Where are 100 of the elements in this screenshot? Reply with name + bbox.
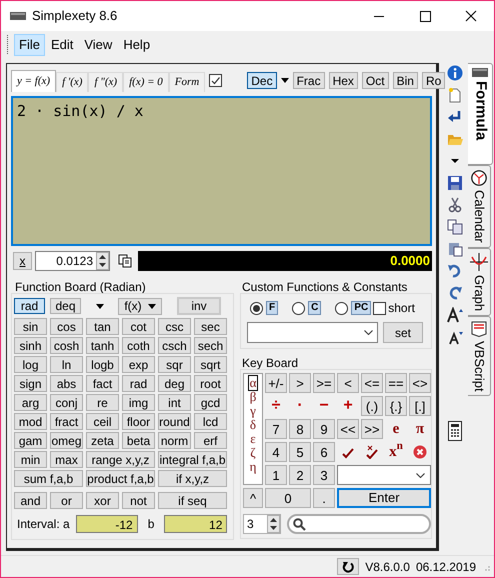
clear-icon[interactable] — [413, 445, 427, 459]
function-button[interactable]: min — [14, 451, 47, 468]
function-button[interactable]: sign — [14, 375, 47, 392]
key-button[interactable]: == — [385, 373, 407, 393]
function-button[interactable]: exp — [122, 356, 155, 373]
greek-letter[interactable]: ζ — [249, 446, 257, 460]
radio-button[interactable] — [335, 302, 348, 314]
greek-list[interactable]: α β γ δ ε ζ η — [243, 373, 263, 485]
key-button[interactable]: 3 — [313, 465, 335, 485]
mode-button[interactable]: rad — [14, 298, 45, 314]
key-button[interactable]: 4 — [265, 442, 287, 462]
function-button[interactable]: conj — [50, 394, 83, 411]
key-button[interactable]: 5 — [289, 442, 311, 462]
function-button[interactable]: coth — [122, 337, 155, 354]
key-button[interactable]: 1 — [265, 465, 287, 485]
function-mode-tab[interactable]: f '(x) — [56, 72, 88, 92]
undo-icon[interactable] — [447, 263, 463, 279]
function-button[interactable]: omeg — [50, 432, 83, 449]
function-button[interactable]: log — [14, 356, 47, 373]
function-button[interactable]: cosh — [50, 337, 83, 354]
caret-icon[interactable] — [96, 304, 104, 308]
key-button[interactable]: +/- — [265, 373, 287, 393]
function-button[interactable]: sqr — [158, 356, 191, 373]
format-button[interactable]: Oct — [362, 72, 389, 89]
greek-letter[interactable]: γ — [249, 404, 257, 418]
key-button[interactable]: 2 — [289, 465, 311, 485]
dropdown[interactable] — [337, 465, 431, 485]
key-button[interactable]: x$^{n}$ — [385, 442, 407, 462]
side-tab[interactable]: Formula — [468, 63, 493, 165]
interval-b-field[interactable]: 12 — [164, 515, 228, 533]
key-button[interactable]: < — [337, 373, 359, 393]
redo-icon[interactable] — [447, 285, 463, 301]
enter-button[interactable]: Enter — [337, 488, 431, 508]
function-button[interactable]: ln — [50, 356, 83, 373]
function-button[interactable]: if seq — [158, 492, 227, 509]
font-smaller-icon[interactable] — [447, 329, 463, 345]
side-tab[interactable]: Graph — [468, 248, 491, 316]
caret-icon[interactable] — [280, 78, 289, 83]
menu-item[interactable]: File — [14, 34, 45, 56]
font-larger-icon[interactable] — [447, 307, 463, 323]
mode-button[interactable]: deq — [50, 298, 81, 314]
key-button[interactable]: 9 — [313, 419, 335, 439]
formula-field[interactable]: 2 · sin(x) / x — [11, 96, 432, 246]
function-button[interactable]: range x,y,z — [86, 451, 155, 468]
function-mode-tab[interactable]: Form — [168, 72, 206, 92]
combo-box[interactable] — [247, 322, 378, 343]
key-button[interactable]: [.] — [409, 396, 431, 416]
key-button[interactable]: − — [313, 396, 335, 416]
key-button[interactable]: 7 — [265, 419, 287, 439]
menu-item[interactable]: View — [79, 34, 118, 56]
greek-letter[interactable]: δ — [248, 418, 258, 432]
function-button[interactable]: gam — [14, 432, 47, 449]
key-button[interactable]: . — [313, 488, 335, 508]
format-button[interactable]: Frac — [292, 72, 325, 89]
inv-button[interactable]: inv — [177, 297, 221, 315]
format-button[interactable]: Ro — [422, 72, 446, 89]
key-button[interactable]: <> — [409, 373, 431, 393]
function-button[interactable]: product f,a,b — [86, 470, 155, 487]
function-button[interactable]: sinh — [14, 337, 47, 354]
checkbox[interactable] — [209, 74, 222, 87]
refresh-button[interactable] — [337, 558, 360, 575]
new-document-icon[interactable] — [447, 87, 463, 103]
radio-button[interactable] — [250, 302, 263, 314]
function-button[interactable]: sec — [194, 318, 227, 335]
function-button[interactable]: zeta — [86, 432, 119, 449]
key-button[interactable]: ÷ — [265, 396, 287, 416]
key-button[interactable]: >= — [313, 373, 335, 393]
key-button[interactable]: 0 — [265, 488, 311, 508]
key-button[interactable]: e — [385, 419, 407, 439]
calculator-icon[interactable] — [448, 421, 462, 441]
x-button[interactable]: x — [13, 252, 32, 270]
return-arrow-icon[interactable] — [447, 109, 463, 125]
function-button[interactable]: ceil — [86, 413, 119, 430]
paste-icon[interactable] — [447, 241, 463, 257]
set-button[interactable]: set — [383, 322, 423, 343]
key-button[interactable]: 6 — [313, 442, 335, 462]
scissors-icon[interactable] — [447, 197, 463, 213]
key-button[interactable]: << — [337, 419, 359, 439]
checkbox[interactable] — [373, 302, 386, 314]
function-button[interactable]: root — [194, 375, 227, 392]
function-button[interactable]: abs — [50, 375, 83, 392]
function-button[interactable]: arg — [14, 394, 47, 411]
x-value-field[interactable]: 0.0123 — [35, 251, 110, 271]
key-button[interactable]: + — [337, 396, 359, 416]
function-button[interactable]: rad — [122, 375, 155, 392]
function-button[interactable]: gcd — [194, 394, 227, 411]
function-button[interactable]: csch — [158, 337, 191, 354]
function-button[interactable]: mod — [14, 413, 47, 430]
function-dropdown[interactable]: f(x) — [118, 298, 162, 314]
key-button[interactable]: > — [289, 373, 311, 393]
function-mode-tab[interactable]: f(x) = 0 — [123, 72, 169, 92]
function-button[interactable]: max — [50, 451, 83, 468]
function-button[interactable]: erf — [194, 432, 227, 449]
menu-item[interactable]: Edit — [46, 34, 78, 56]
side-tab[interactable]: Calendar — [468, 165, 491, 248]
function-button[interactable]: integral f,a,b — [158, 451, 227, 468]
greek-letter[interactable]: α — [248, 376, 258, 390]
function-button[interactable]: floor — [122, 413, 155, 430]
function-button[interactable]: not — [122, 492, 155, 509]
function-button[interactable]: or — [50, 492, 83, 509]
